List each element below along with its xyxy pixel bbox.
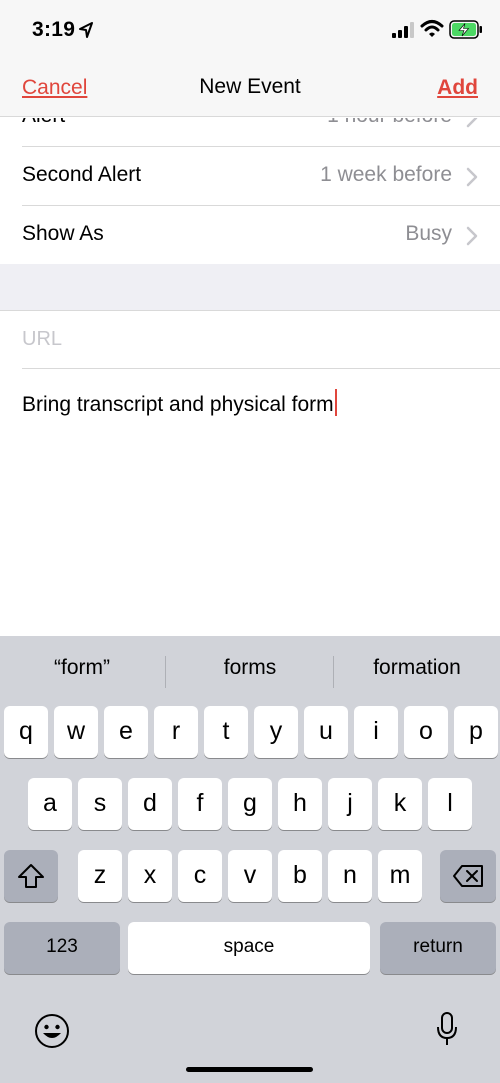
- suggestion-divider: [333, 656, 334, 688]
- second-alert-value: 1 week before: [320, 163, 452, 186]
- key-c[interactable]: c: [178, 850, 222, 902]
- key-e[interactable]: e: [104, 706, 148, 758]
- key-v[interactable]: v: [228, 850, 272, 902]
- text-cursor: [334, 389, 337, 416]
- key-p[interactable]: p: [454, 706, 498, 758]
- second-alert-row[interactable]: Second Alert 1 week before: [0, 147, 500, 206]
- cancel-button[interactable]: Cancel: [22, 76, 87, 100]
- cellular-signal-icon: [392, 22, 414, 38]
- key-y[interactable]: y: [254, 706, 298, 758]
- key-z[interactable]: z: [78, 850, 122, 902]
- home-indicator[interactable]: [186, 1067, 313, 1072]
- key-m[interactable]: m: [378, 850, 422, 902]
- key-i[interactable]: i: [354, 706, 398, 758]
- shift-icon: [18, 864, 44, 888]
- key-q[interactable]: q: [4, 706, 48, 758]
- alert-label: Alert: [22, 118, 65, 128]
- event-form: Alert 1 hour before Second Alert 1 week …: [0, 118, 500, 636]
- show-as-row[interactable]: Show As Busy: [0, 206, 500, 265]
- key-s[interactable]: s: [78, 778, 122, 830]
- show-as-label: Show As: [22, 222, 104, 245]
- wifi-icon: [420, 20, 444, 37]
- battery-charging-icon: [449, 20, 482, 39]
- delete-backspace-icon: [453, 865, 483, 887]
- key-u[interactable]: u: [304, 706, 348, 758]
- key-x[interactable]: x: [128, 850, 172, 902]
- microphone-icon[interactable]: [436, 1011, 458, 1047]
- chevron-right-icon: [466, 118, 478, 128]
- show-as-value: Busy: [405, 222, 452, 245]
- shift-key[interactable]: [4, 850, 58, 902]
- suggestion-divider: [165, 656, 166, 688]
- status-time: 3:19: [32, 18, 76, 41]
- delete-key[interactable]: [440, 850, 496, 902]
- key-n[interactable]: n: [328, 850, 372, 902]
- keyboard: “form” forms formation q w e r t y u i o…: [0, 636, 500, 1083]
- numbers-key[interactable]: 123: [4, 922, 120, 974]
- notes-text: Bring transcript and physical form: [22, 393, 334, 416]
- status-bar: 3:19: [0, 0, 500, 62]
- key-k[interactable]: k: [378, 778, 422, 830]
- alert-value: 1 hour before: [327, 118, 452, 128]
- url-field[interactable]: URL: [22, 328, 62, 351]
- suggestion-1[interactable]: “form”: [2, 656, 162, 680]
- second-alert-label: Second Alert: [22, 163, 142, 186]
- key-f[interactable]: f: [178, 778, 222, 830]
- key-w[interactable]: w: [54, 706, 98, 758]
- location-arrow-icon: [79, 22, 93, 38]
- suggestion-3[interactable]: formation: [337, 656, 497, 680]
- key-o[interactable]: o: [404, 706, 448, 758]
- key-t[interactable]: t: [204, 706, 248, 758]
- key-b[interactable]: b: [278, 850, 322, 902]
- suggestion-2[interactable]: forms: [170, 656, 330, 680]
- key-l[interactable]: l: [428, 778, 472, 830]
- key-h[interactable]: h: [278, 778, 322, 830]
- section-gap: [0, 264, 500, 311]
- emoji-icon[interactable]: [34, 1013, 70, 1049]
- key-g[interactable]: g: [228, 778, 272, 830]
- key-j[interactable]: j: [328, 778, 372, 830]
- return-key[interactable]: return: [380, 922, 496, 974]
- key-r[interactable]: r: [154, 706, 198, 758]
- navigation-bar: New Event Cancel Add: [0, 62, 500, 117]
- notes-field[interactable]: Bring transcript and physical form: [22, 389, 337, 417]
- key-d[interactable]: d: [128, 778, 172, 830]
- chevron-right-icon: [466, 167, 478, 187]
- chevron-right-icon: [466, 226, 478, 246]
- alert-row[interactable]: Alert 1 hour before: [0, 118, 500, 147]
- url-divider: [22, 368, 500, 369]
- add-button[interactable]: Add: [437, 76, 478, 100]
- key-a[interactable]: a: [28, 778, 72, 830]
- space-key[interactable]: space: [128, 922, 370, 974]
